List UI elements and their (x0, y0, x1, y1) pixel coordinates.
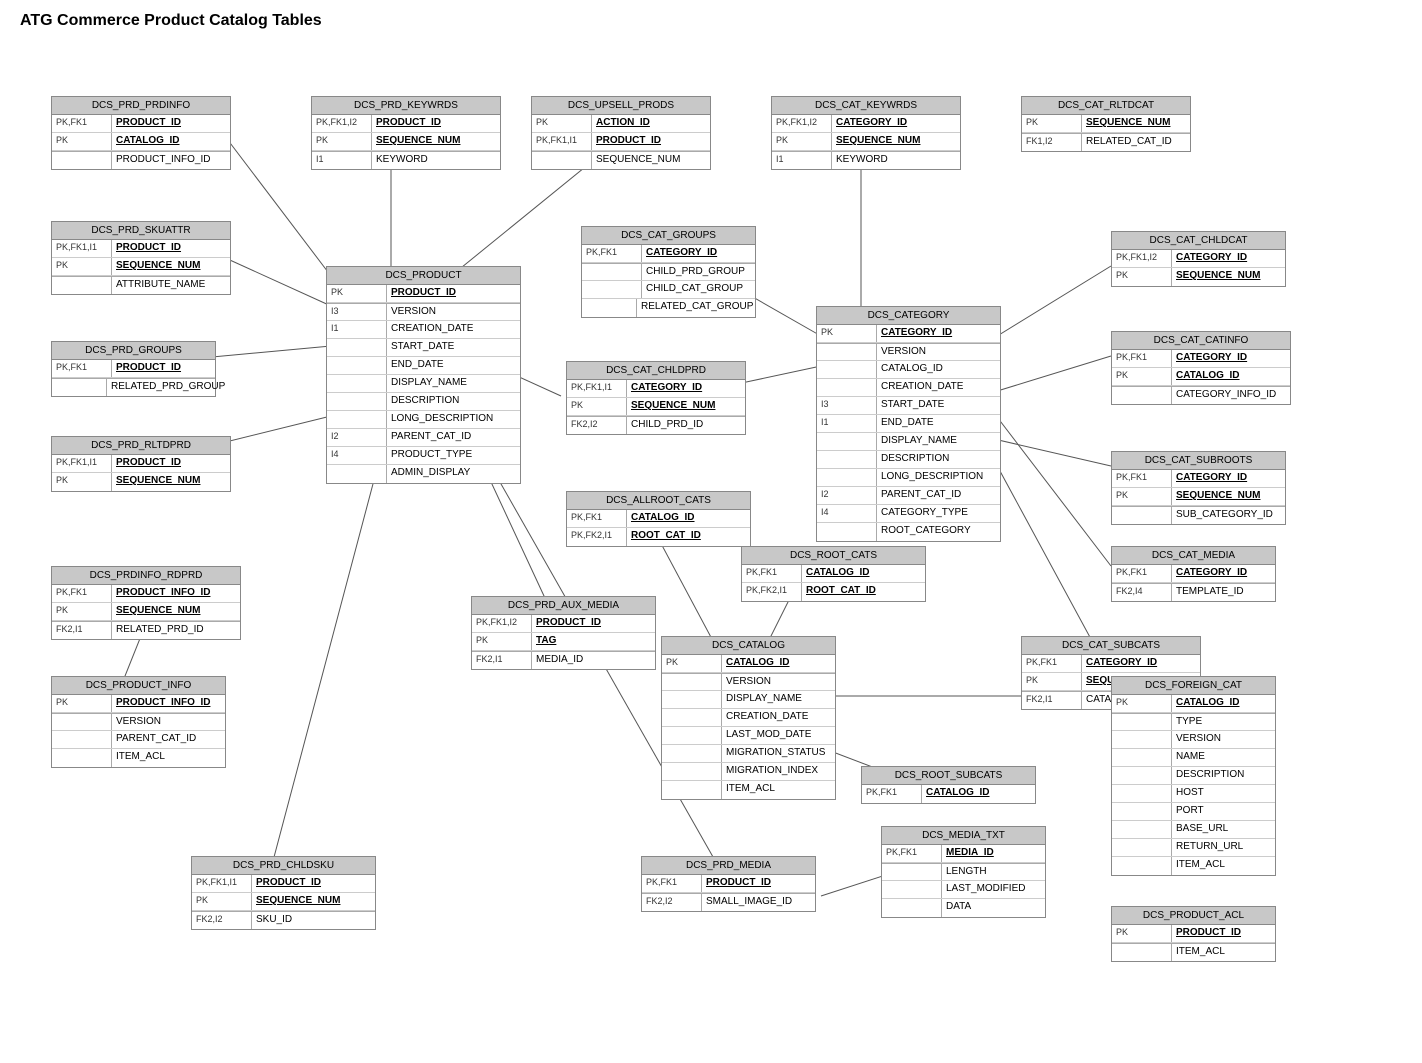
table-header: DCS_ALLROOT_CATS (567, 492, 750, 510)
table-header: DCS_CATEGORY (817, 307, 1000, 325)
table-dcs-prd-keywrds: DCS_PRD_KEYWRDS PK,FK1,I2 PRODUCT_ID PK … (311, 96, 501, 170)
table-header: DCS_PRD_KEYWRDS (312, 97, 500, 115)
table-header: DCS_CAT_RLTDCAT (1022, 97, 1190, 115)
table-dcs-catalog: DCS_CATALOG PK CATALOG_ID VERSION DISPLA… (661, 636, 836, 800)
table-header: DCS_PRDINFO_RDPRD (52, 567, 240, 585)
table-dcs-cat-keywrds: DCS_CAT_KEYWRDS PK,FK1,I2 CATEGORY_ID PK… (771, 96, 961, 170)
table-header: DCS_CAT_GROUPS (582, 227, 755, 245)
table-dcs-prd-aux-media: DCS_PRD_AUX_MEDIA PK,FK1,I2 PRODUCT_ID P… (471, 596, 656, 670)
table-header: DCS_PRD_CHLDSKU (192, 857, 375, 875)
table-header: DCS_PRD_SKUATTR (52, 222, 230, 240)
table-header: DCS_CAT_SUBROOTS (1112, 452, 1285, 470)
table-dcs-prd-skuattr: DCS_PRD_SKUATTR PK,FK1,I1 PRODUCT_ID PK … (51, 221, 231, 295)
table-header: DCS_PRD_PRDINFO (52, 97, 230, 115)
table-header: DCS_MEDIA_TXT (882, 827, 1045, 845)
table-header: DCS_ROOT_CATS (742, 547, 925, 565)
table-header: DCS_PRODUCT (327, 267, 520, 285)
table-dcs-root-cats: DCS_ROOT_CATS PK,FK1 CATALOG_ID PK,FK2,I… (741, 546, 926, 602)
table-header: DCS_CAT_CHLDCAT (1112, 232, 1285, 250)
table-dcs-prd-prdinfo: DCS_PRD_PRDINFO PK,FK1 PRODUCT_ID PK CAT… (51, 96, 231, 170)
table-dcs-prd-chldsku: DCS_PRD_CHLDSKU PK,FK1,I1 PRODUCT_ID PK … (191, 856, 376, 930)
table-header: DCS_UPSELL_PRODS (532, 97, 710, 115)
table-header: DCS_CAT_CHLDPRD (567, 362, 745, 380)
table-dcs-root-subcats: DCS_ROOT_SUBCATS PK,FK1 CATALOG_ID (861, 766, 1036, 804)
table-dcs-prd-media: DCS_PRD_MEDIA PK,FK1 PRODUCT_ID FK2,I2 S… (641, 856, 816, 912)
table-header: DCS_PRODUCT_ACL (1112, 907, 1275, 925)
table-dcs-prdinfo-rdprd: DCS_PRDINFO_RDPRD PK,FK1 PRODUCT_INFO_ID… (51, 566, 241, 640)
table-dcs-foreign-cat: DCS_FOREIGN_CAT PK CATALOG_ID TYPE VERSI… (1111, 676, 1276, 876)
table-header: DCS_CAT_MEDIA (1112, 547, 1275, 565)
table-dcs-media-txt: DCS_MEDIA_TXT PK,FK1 MEDIA_ID LENGTH LAS… (881, 826, 1046, 918)
table-dcs-cat-chldprd: DCS_CAT_CHLDPRD PK,FK1,I1 CATEGORY_ID PK… (566, 361, 746, 435)
table-dcs-upsell-prods: DCS_UPSELL_PRODS PK ACTION_ID PK,FK1,I1 … (531, 96, 711, 170)
table-header: DCS_PRD_RLTDPRD (52, 437, 230, 455)
table-header: DCS_PRD_MEDIA (642, 857, 815, 875)
table-dcs-cat-rltdcat: DCS_CAT_RLTDCAT PK SEQUENCE_NUM FK1,I2 R… (1021, 96, 1191, 152)
table-header: DCS_CAT_SUBCATS (1022, 637, 1200, 655)
table-dcs-cat-media: DCS_CAT_MEDIA PK,FK1 CATEGORY_ID FK2,I4 … (1111, 546, 1276, 602)
table-header: DCS_FOREIGN_CAT (1112, 677, 1275, 695)
table-dcs-category: DCS_CATEGORY PK CATEGORY_ID VERSION CATA… (816, 306, 1001, 542)
page-title: ATG Commerce Product Catalog Tables (0, 0, 1422, 36)
diagram-area: DCS_PRD_PRDINFO PK,FK1 PRODUCT_ID PK CAT… (21, 36, 1401, 1056)
table-dcs-product-acl: DCS_PRODUCT_ACL PK PRODUCT_ID ITEM_ACL (1111, 906, 1276, 962)
table-dcs-prd-rltdprd: DCS_PRD_RLTDPRD PK,FK1,I1 PRODUCT_ID PK … (51, 436, 231, 492)
table-dcs-cat-chldcat: DCS_CAT_CHLDCAT PK,FK1,I2 CATEGORY_ID PK… (1111, 231, 1286, 287)
table-dcs-prd-groups: DCS_PRD_GROUPS PK,FK1 PRODUCT_ID RELATED… (51, 341, 216, 397)
table-dcs-product: DCS_PRODUCT PK PRODUCT_ID I3 VERSION I1 … (326, 266, 521, 484)
table-header: DCS_ROOT_SUBCATS (862, 767, 1035, 785)
table-header: DCS_CATALOG (662, 637, 835, 655)
table-dcs-allroot-cats: DCS_ALLROOT_CATS PK,FK1 CATALOG_ID PK,FK… (566, 491, 751, 547)
table-dcs-cat-groups: DCS_CAT_GROUPS PK,FK1 CATEGORY_ID CHILD_… (581, 226, 756, 318)
table-header: DCS_PRODUCT_INFO (52, 677, 225, 695)
table-header: DCS_PRD_GROUPS (52, 342, 215, 360)
table-dcs-cat-subroots: DCS_CAT_SUBROOTS PK,FK1 CATEGORY_ID PK S… (1111, 451, 1286, 525)
table-header: DCS_PRD_AUX_MEDIA (472, 597, 655, 615)
table-dcs-product-info: DCS_PRODUCT_INFO PK PRODUCT_INFO_ID VERS… (51, 676, 226, 768)
table-header: DCS_CAT_KEYWRDS (772, 97, 960, 115)
table-header: DCS_CAT_CATINFO (1112, 332, 1290, 350)
table-dcs-cat-catinfo: DCS_CAT_CATINFO PK,FK1 CATEGORY_ID PK CA… (1111, 331, 1291, 405)
